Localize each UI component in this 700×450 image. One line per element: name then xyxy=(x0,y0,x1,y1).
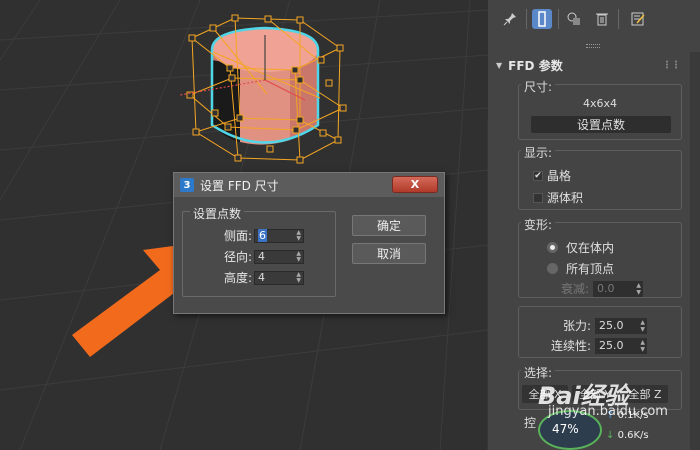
checkmark-icon: ✔ xyxy=(533,170,543,181)
falloff-label: 衰减: xyxy=(560,282,589,296)
rollout-ffd-parameters[interactable]: ▼ FFD 参数 ⋮⋮ xyxy=(496,56,686,74)
side-label: 侧面: xyxy=(223,229,252,243)
continuity-row: 连续性: 25.0 ▲ ▼ xyxy=(539,337,647,354)
watermark-url: jingyan.baidu.com xyxy=(548,404,668,419)
side-value: 6 xyxy=(258,229,267,242)
drag-handle-icon: ⋮⋮ xyxy=(662,59,681,71)
continuity-spinner[interactable]: 25.0 ▲ ▼ xyxy=(595,337,647,354)
rollout-title-label: FFD 参数 xyxy=(508,58,563,73)
all-vertices-label: 所有顶点 xyxy=(566,262,615,276)
deform-group: 变形: 仅在体内 所有顶点 衰减: 0.0 ▲ ▼ xyxy=(518,216,682,298)
set-ffd-dimensions-dialog: 3 设置 FFD 尺寸 X 设置点数 侧面: 6 ▲ ▼ 径向: 4 ▲ ▼ 高度:… xyxy=(173,172,445,314)
side-row: 侧面: 6 ▲ ▼ xyxy=(204,227,304,244)
spinner-arrows-icon: ▲ ▼ xyxy=(640,338,645,353)
close-button[interactable]: X xyxy=(392,176,438,193)
radio-dot xyxy=(547,263,558,274)
spinner-arrows-icon: ▲ ▼ xyxy=(636,281,641,296)
tension-row: 张力: 25.0 ▲ ▼ xyxy=(539,317,647,334)
dialog-titlebar[interactable]: 3 设置 FFD 尺寸 X xyxy=(174,173,444,197)
checkbox-box xyxy=(533,192,543,203)
modifier-stack-icon[interactable] xyxy=(532,9,552,29)
inside-volume-label: 仅在体内 xyxy=(566,241,615,255)
falloff-value: 0.0 xyxy=(597,282,615,295)
dimensions-value: 4x6x4 xyxy=(582,97,617,110)
download-speed: ↓ 0.6K/s xyxy=(606,430,649,441)
continuity-label: 连续性: xyxy=(550,339,591,353)
source-volume-label: 源体积 xyxy=(547,191,584,205)
all-vertices-radio[interactable]: 所有顶点 xyxy=(547,260,614,277)
radial-value: 4 xyxy=(258,250,265,263)
dimensions-label: 尺寸: xyxy=(521,78,556,95)
source-volume-checkbox[interactable]: 源体积 xyxy=(533,189,583,206)
height-value: 4 xyxy=(258,271,265,284)
deform-label: 变形: xyxy=(521,216,556,233)
tension-value: 25.0 xyxy=(599,319,624,332)
radial-label: 径向: xyxy=(223,250,252,264)
falloff-spinner[interactable]: 0.0 ▲ ▼ xyxy=(593,280,643,297)
download-arrow-icon: ↓ xyxy=(606,430,615,441)
tension-label: 张力: xyxy=(562,319,591,333)
collapse-triangle-icon: ▼ xyxy=(496,60,503,70)
instance-icon[interactable] xyxy=(564,9,584,29)
spinner-arrows-icon[interactable]: ▲ ▼ xyxy=(296,271,301,284)
height-row: 高度: 4 ▲ ▼ xyxy=(204,269,304,286)
cancel-button[interactable]: 取消 xyxy=(352,243,426,264)
lattice-checkbox[interactable]: ✔ 晶格 xyxy=(533,167,571,184)
tension-spinner[interactable]: 25.0 ▲ ▼ xyxy=(595,317,647,334)
spinner-arrows-icon[interactable]: ▲ ▼ xyxy=(296,250,301,263)
inside-volume-radio[interactable]: 仅在体内 xyxy=(547,239,614,256)
configure-icon[interactable] xyxy=(628,9,648,29)
panel-grip[interactable] xyxy=(586,44,600,48)
height-label: 高度: xyxy=(223,271,252,285)
falloff-row: 衰减: 0.0 ▲ ▼ xyxy=(559,280,643,297)
3dsmax-app-icon: 3 xyxy=(180,178,194,192)
trash-icon[interactable] xyxy=(592,9,612,29)
radial-spinner[interactable]: 4 ▲ ▼ xyxy=(254,249,304,264)
dialog-title: 设置 FFD 尺寸 xyxy=(200,178,279,193)
lattice-checkbox-label: 晶格 xyxy=(547,169,572,183)
control-label: 控 xyxy=(524,416,537,430)
modifier-toolbar xyxy=(488,0,700,38)
set-points-button[interactable]: 设置点数 xyxy=(531,116,671,133)
panel-scrollbar[interactable] xyxy=(690,52,700,450)
download-speed-value: 0.6K/s xyxy=(617,430,649,441)
pin-icon[interactable] xyxy=(500,9,520,29)
continuity-value: 25.0 xyxy=(599,339,624,352)
height-spinner[interactable]: 4 ▲ ▼ xyxy=(254,270,304,285)
radial-row: 径向: 4 ▲ ▼ xyxy=(204,248,304,265)
spinner-arrows-icon: ▲ ▼ xyxy=(640,318,645,333)
spinner-arrows-icon[interactable]: ▲ ▼ xyxy=(296,229,301,242)
ok-button[interactable]: 确定 xyxy=(352,215,426,236)
display-label: 显示: xyxy=(521,144,556,161)
tension-continuity-group: 张力: 25.0 ▲ ▼ 连续性: 25.0 ▲ ▼ xyxy=(518,306,682,358)
dimensions-group: 尺寸: 4x6x4 设置点数 xyxy=(518,78,682,140)
set-points-group-label: 设置点数 xyxy=(190,205,245,222)
radio-dot xyxy=(547,242,558,253)
display-group: 显示: ✔ 晶格 源体积 xyxy=(518,144,682,210)
side-spinner[interactable]: 6 ▲ ▼ xyxy=(254,228,304,243)
network-percent: 47% xyxy=(552,422,579,436)
